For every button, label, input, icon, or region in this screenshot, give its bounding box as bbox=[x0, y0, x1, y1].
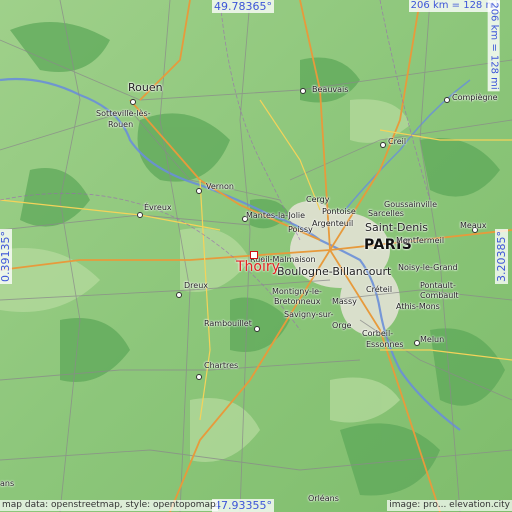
focus-place-label: Thoiry bbox=[236, 259, 280, 275]
place-label: Essonnes bbox=[366, 340, 404, 349]
coord-top-label: 49.78365° bbox=[212, 0, 274, 13]
place-label: Rambouillet bbox=[204, 319, 252, 328]
place-label: Rouen bbox=[108, 120, 134, 129]
place-dot bbox=[254, 326, 260, 332]
coord-bottom-label: 47.93355° bbox=[212, 499, 274, 512]
place-dot bbox=[137, 212, 143, 218]
place-label: Goussainville bbox=[384, 200, 438, 209]
place-label: Montfermeil bbox=[396, 236, 445, 245]
image-attribution: image: pro... elevation.city bbox=[387, 500, 512, 511]
map-viewport[interactable]: 49.78365° 47.93355° 0.39135° 3.20385° 20… bbox=[0, 0, 512, 512]
place-label: Poissy bbox=[288, 225, 313, 234]
map-attribution: map data: openstreetmap, style: opentopo… bbox=[0, 500, 218, 511]
place-label: Combault bbox=[420, 291, 459, 300]
place-dot bbox=[176, 292, 182, 298]
coord-left-label: 0.39135° bbox=[0, 229, 12, 284]
place-label: Bretonneux bbox=[274, 297, 321, 306]
place-label: Cergy bbox=[306, 195, 330, 204]
place-dot bbox=[196, 188, 202, 194]
place-label: ans bbox=[0, 479, 15, 488]
place-label: Pontoise bbox=[322, 207, 356, 216]
coord-right-label: 3.20385° bbox=[495, 229, 508, 284]
place-label: Orge bbox=[332, 321, 352, 330]
scale-horizontal: 206 km = 128 mi bbox=[408, 0, 500, 12]
place-label: Dreux bbox=[184, 281, 208, 290]
place-label: Sotteville-lès- bbox=[96, 109, 151, 118]
place-label: Compiègne bbox=[452, 93, 498, 102]
place-label: Sarcelles bbox=[368, 209, 404, 218]
place-label: Melun bbox=[420, 335, 445, 344]
place-label: Creil bbox=[388, 137, 407, 146]
place-label: Meaux bbox=[460, 221, 487, 230]
place-dot bbox=[196, 374, 202, 380]
place-label: Pontault- bbox=[420, 281, 456, 290]
place-label: Mantes-la-Jolie bbox=[246, 211, 306, 220]
location-marker-icon[interactable] bbox=[250, 251, 258, 259]
place-label: Évreux bbox=[144, 203, 172, 212]
place-dot bbox=[380, 142, 386, 148]
scale-vertical: 206 km = 128 mi bbox=[487, 0, 500, 92]
place-label: Rouen bbox=[128, 81, 163, 94]
place-label: Boulogne-Billancourt bbox=[277, 265, 392, 278]
place-label: Argenteuil bbox=[312, 219, 354, 228]
place-label: Créteil bbox=[366, 285, 393, 294]
place-label: Athis-Mons bbox=[396, 302, 440, 311]
place-label: Massy bbox=[332, 297, 357, 306]
place-label: Chartres bbox=[204, 361, 239, 370]
place-label: Savigny-sur- bbox=[284, 310, 334, 319]
place-dot bbox=[130, 99, 136, 105]
place-dot bbox=[444, 97, 450, 103]
place-label: Orléans bbox=[308, 494, 339, 503]
place-label: Noisy-le-Grand bbox=[398, 263, 458, 272]
place-label: Montigny-le- bbox=[272, 287, 322, 296]
place-label: Saint-Denis bbox=[365, 221, 429, 234]
place-label: Vernon bbox=[206, 182, 234, 191]
place-label: Beauvais bbox=[312, 85, 349, 94]
place-label: Corbeil- bbox=[362, 329, 394, 338]
place-dot bbox=[300, 88, 306, 94]
